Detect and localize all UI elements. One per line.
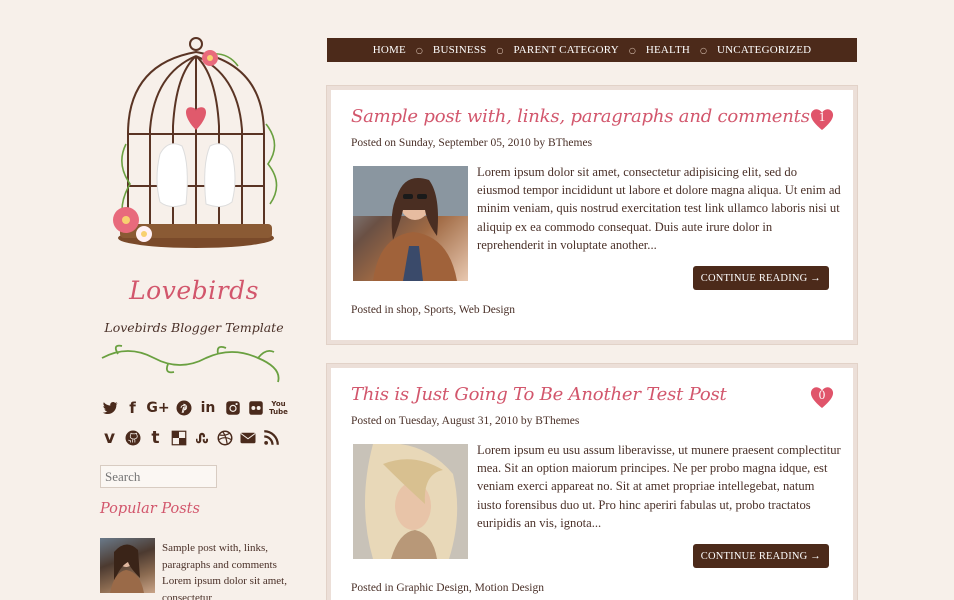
nav-separator: ○ [700, 45, 707, 55]
github-icon[interactable] [123, 428, 142, 448]
popular-posts-title: Popular Posts [100, 501, 200, 517]
rss-icon[interactable] [261, 428, 280, 448]
nav-separator: ○ [628, 45, 636, 55]
popular-post-snippet: Lorem ipsum dolor sit amet, consectetur [162, 575, 287, 600]
search-input[interactable] [100, 465, 217, 488]
blog-description: Lovebirds Blogger Template [104, 320, 284, 335]
delicious-icon[interactable] [169, 428, 188, 448]
nav-item-health[interactable]: HEALTH [640, 44, 696, 56]
vimeo-icon[interactable]: v [100, 428, 119, 448]
category-link[interactable]: Sports [424, 304, 453, 316]
continue-reading-button[interactable]: CONTINUE READING → [692, 544, 829, 568]
post-thumbnail[interactable] [353, 166, 468, 281]
nav-separator: ○ [496, 45, 504, 55]
post-date: Posted on Sunday, September 05, 2010 by [351, 137, 548, 149]
category-link[interactable]: shop [396, 304, 418, 316]
twitter-icon[interactable] [100, 398, 119, 418]
popular-post-thumbnail[interactable] [100, 538, 155, 593]
comment-count: 1 [818, 109, 826, 124]
post-card: Sample post with, links, paragraphs and … [326, 85, 858, 345]
comment-count-heart-icon[interactable]: 1 [809, 106, 835, 132]
post-categories: Posted in Graphic Design, Motion Design [351, 582, 544, 594]
categories-prefix: Posted in [351, 304, 397, 316]
post-title[interactable]: Sample post with, links, paragraphs and … [351, 106, 810, 127]
stumbleupon-icon[interactable] [192, 428, 211, 448]
continue-reading-button[interactable]: CONTINUE READING → [692, 266, 829, 290]
category-link[interactable]: Graphic Design [396, 582, 469, 594]
post-thumbnail[interactable] [353, 444, 468, 559]
dribbble-icon[interactable] [215, 428, 234, 448]
post-author-link[interactable]: BThemes [535, 415, 579, 427]
post-meta: Posted on Sunday, September 05, 2010 by … [351, 137, 592, 149]
sidebar: Lovebirds Lovebirds Blogger Template f G… [96, 0, 296, 600]
post-date: Posted on Tuesday, August 31, 2010 by [351, 415, 536, 427]
post-meta: Posted on Tuesday, August 31, 2010 by BT… [351, 415, 579, 427]
facebook-icon[interactable]: f [123, 398, 142, 418]
social-icons-row-2: v t [100, 428, 280, 448]
category-link[interactable]: Web Design [459, 304, 515, 316]
nav-item-uncategorized[interactable]: UNCATEGORIZED [711, 44, 817, 56]
vine-divider [101, 344, 280, 383]
google-plus-icon[interactable]: G+ [146, 398, 170, 418]
nav-item-home[interactable]: HOME [367, 44, 412, 56]
post-card: This is Just Going To Be Another Test Po… [326, 363, 858, 600]
categories-prefix: Posted in [351, 582, 397, 594]
pinterest-icon[interactable] [174, 398, 193, 418]
comment-count-heart-icon[interactable]: 0 [809, 384, 835, 410]
post-author-link[interactable]: BThemes [548, 137, 592, 149]
email-icon[interactable] [238, 428, 257, 448]
nav-item-business[interactable]: BUSINESS [427, 44, 493, 56]
instagram-icon[interactable] [223, 398, 242, 418]
popular-post-link[interactable]: Sample post with, links, paragraphs and … [162, 542, 277, 571]
post-title[interactable]: This is Just Going To Be Another Test Po… [351, 384, 791, 405]
category-link[interactable]: Motion Design [475, 582, 544, 594]
post-excerpt: Lorem ipsum eu usu assum liberavisse, ut… [477, 443, 841, 530]
youtube-icon[interactable]: You Tube [269, 398, 288, 418]
nav-item-parent-category[interactable]: PARENT CATEGORY [507, 44, 624, 56]
post-excerpt: Lorem ipsum dolor sit amet, consectetur … [477, 165, 841, 252]
post-categories: Posted in shop, Sports, Web Design [351, 304, 516, 316]
blog-title[interactable]: Lovebirds [96, 276, 292, 305]
flickr-icon[interactable] [246, 398, 265, 418]
popular-post-item: Sample post with, links, paragraphs and … [162, 540, 294, 600]
birdcage-logo[interactable] [98, 34, 294, 254]
social-icons-row-1: f G+ in You Tube [100, 398, 288, 418]
main-nav: HOME ○ BUSINESS ○ PARENT CATEGORY ○ HEAL… [327, 38, 857, 62]
linkedin-icon[interactable]: in [197, 398, 219, 418]
nav-separator: ○ [415, 45, 423, 55]
tumblr-icon[interactable]: t [146, 428, 165, 448]
comment-count: 0 [818, 387, 826, 402]
